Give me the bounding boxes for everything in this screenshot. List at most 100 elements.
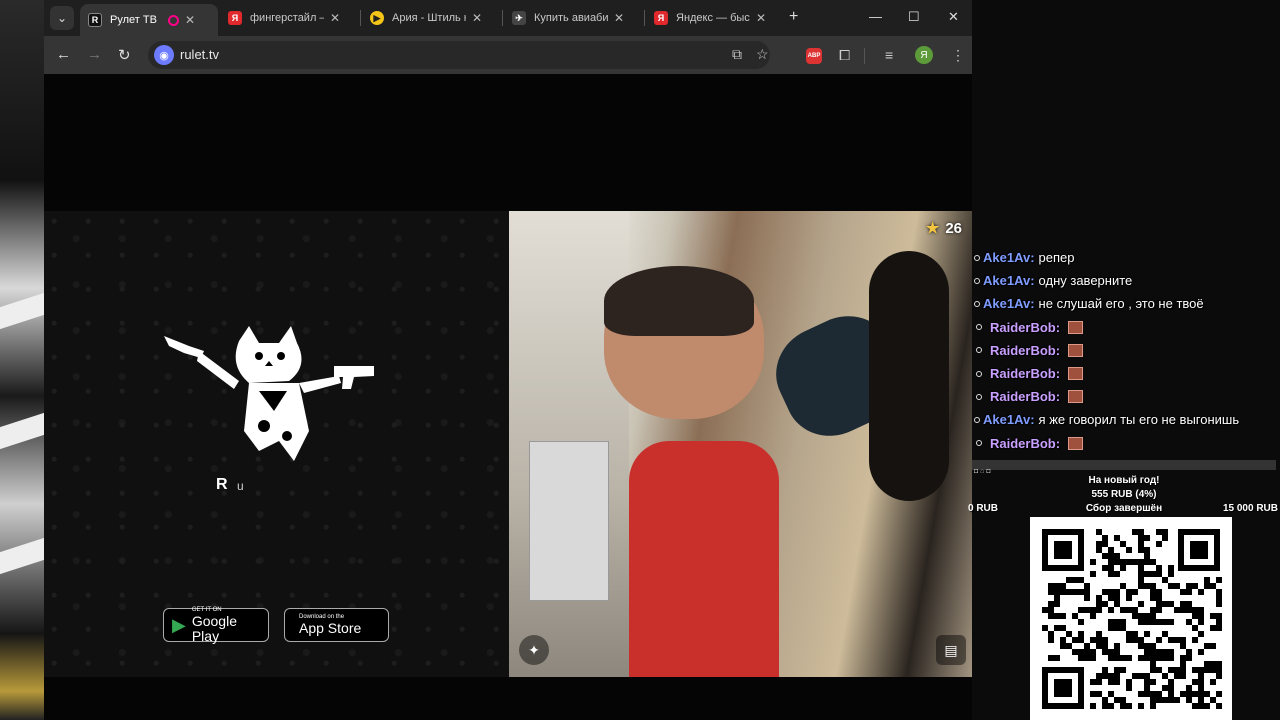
chat-message: RaiderBob: bbox=[972, 385, 1280, 408]
star-rating: ★ 26 bbox=[926, 219, 962, 237]
qr-module bbox=[1054, 541, 1072, 559]
google-play-button[interactable]: ▶ GET IT ON Google Play bbox=[163, 607, 269, 643]
emote-icon bbox=[1068, 436, 1084, 450]
gift-button[interactable]: ▤ bbox=[936, 635, 966, 665]
close-tab-icon[interactable]: ✕ bbox=[330, 11, 340, 25]
chat-message: Ake1Av: репер bbox=[972, 246, 1280, 269]
chat-badge-icon bbox=[974, 416, 980, 423]
qr-module bbox=[1108, 607, 1114, 613]
forward-button[interactable]: → bbox=[87, 46, 102, 63]
qr-module bbox=[1090, 703, 1096, 709]
qr-module bbox=[1168, 619, 1174, 625]
tab-rulet[interactable]: R Рулет ТВ ✕ bbox=[80, 4, 218, 36]
tab-yandex[interactable]: Я Яндекс — быстро ✕ bbox=[646, 4, 784, 32]
close-tab-icon[interactable]: ✕ bbox=[472, 11, 482, 25]
reload-button[interactable]: ↻ bbox=[118, 46, 131, 64]
qr-module bbox=[1054, 601, 1060, 607]
qr-module bbox=[1168, 571, 1174, 577]
qr-module bbox=[1096, 679, 1102, 685]
tab-search-button[interactable]: ⌄ bbox=[50, 6, 74, 30]
qr-module bbox=[1174, 697, 1180, 703]
qr-module bbox=[1114, 679, 1120, 685]
qr-module bbox=[1060, 613, 1066, 619]
chat-badge-icon bbox=[976, 440, 982, 447]
chat-username: Ake1Av: bbox=[983, 296, 1035, 312]
chat-footer-bar: ◘ ⌂ ◘ bbox=[972, 460, 1276, 475]
media-control-icon[interactable]: ≡ bbox=[885, 47, 893, 63]
emote-icon bbox=[1068, 320, 1084, 334]
qr-module bbox=[1198, 649, 1204, 655]
qr-module bbox=[1048, 637, 1054, 643]
tab-divider bbox=[644, 10, 645, 26]
emote-icon bbox=[1068, 390, 1084, 404]
tab-fingerstyle[interactable]: Я фингерстайл — Я ✕ bbox=[220, 4, 358, 32]
qr-module bbox=[1168, 655, 1174, 661]
recording-indicator-icon bbox=[168, 14, 179, 26]
url-text[interactable]: rulet.tv bbox=[180, 47, 219, 62]
extensions-puzzle-icon[interactable]: ⧠ bbox=[839, 47, 850, 64]
qr-module bbox=[1150, 679, 1156, 685]
qr-module bbox=[1216, 601, 1222, 607]
qr-module bbox=[1126, 685, 1132, 691]
chat-message: RaiderBob: bbox=[972, 339, 1280, 362]
new-tab-button[interactable]: + bbox=[789, 8, 798, 26]
chat-text: одну заверните bbox=[1038, 273, 1133, 289]
chat-message: Ake1Av: одну заверните bbox=[972, 269, 1280, 292]
qr-module bbox=[1126, 547, 1132, 553]
donation-max: 15 000 RUB bbox=[1222, 503, 1278, 514]
qr-module bbox=[1216, 691, 1222, 697]
chat-username: RaiderBob: bbox=[990, 319, 1061, 335]
qr-module bbox=[1132, 589, 1138, 595]
tab-aviabilety[interactable]: ✈ Купить авиабилет ✕ bbox=[504, 4, 642, 32]
app-store-button[interactable]: Download on the App Store bbox=[284, 608, 389, 642]
qr-module bbox=[1138, 601, 1144, 607]
stream-background-edge bbox=[0, 0, 44, 720]
more-menu-icon[interactable]: ⋮ bbox=[951, 47, 965, 64]
donation-goal-widget: На новый год! 555 RUB (4%) 0 RUB Сбор за… bbox=[968, 473, 1280, 517]
qr-module bbox=[1204, 703, 1210, 709]
profile-avatar[interactable]: Я bbox=[915, 46, 933, 64]
close-tab-icon[interactable]: ✕ bbox=[185, 13, 195, 27]
yandex-favicon-icon: Я bbox=[654, 11, 668, 25]
effects-button[interactable]: ✦ bbox=[519, 635, 549, 665]
cat-mascot-illustration bbox=[164, 326, 374, 461]
yandex-favicon-icon: Я bbox=[228, 11, 242, 25]
maximize-button[interactable]: ☐ bbox=[908, 9, 920, 25]
chat-text: репер bbox=[1038, 250, 1075, 266]
play-favicon-icon: ▶ bbox=[370, 11, 384, 25]
donation-title: На новый год! bbox=[1088, 475, 1160, 486]
qr-module bbox=[1198, 631, 1204, 637]
chat-username: Ake1Av: bbox=[983, 250, 1035, 266]
chat-badge-icon bbox=[976, 370, 982, 377]
chat-username: Ake1Av: bbox=[983, 273, 1035, 289]
install-app-icon[interactable]: ⧉ bbox=[732, 46, 742, 63]
qr-module bbox=[1090, 655, 1096, 661]
chat-username: RaiderBob: bbox=[990, 366, 1061, 382]
adblock-extension-icon[interactable]: ABP bbox=[806, 48, 822, 64]
tab-aria[interactable]: ▶ Ария - Штиль на ✕ bbox=[362, 4, 500, 32]
qr-module bbox=[1198, 619, 1204, 625]
back-button[interactable]: ← bbox=[56, 46, 71, 63]
gift-icon: ▤ bbox=[944, 641, 958, 658]
qr-module bbox=[1090, 559, 1096, 565]
emote-icon bbox=[1068, 367, 1084, 381]
close-tab-icon[interactable]: ✕ bbox=[756, 11, 766, 25]
tab-title: Ария - Штиль на bbox=[392, 12, 466, 24]
background-shape bbox=[0, 537, 44, 575]
qr-module bbox=[1162, 535, 1168, 541]
qr-module bbox=[1156, 607, 1162, 613]
partner-video-feed[interactable]: ★ 26 ✦ ▤ bbox=[509, 211, 972, 677]
address-bar[interactable]: ◉ rulet.tv ⧉ ☆ bbox=[148, 41, 770, 69]
star-icon: ★ bbox=[925, 220, 940, 237]
bookmark-star-icon[interactable]: ☆ bbox=[756, 46, 769, 63]
chat-username: RaiderBob: bbox=[990, 435, 1061, 451]
qr-module bbox=[1210, 679, 1216, 685]
tab-divider bbox=[360, 10, 361, 26]
close-window-button[interactable]: ✕ bbox=[948, 9, 959, 25]
minimize-button[interactable]: — bbox=[869, 9, 882, 24]
browser-toolbar: ← → ↻ ◉ rulet.tv ⧉ ☆ ABP ⧠ ≡ Я ⋮ bbox=[44, 36, 972, 74]
qr-module bbox=[1216, 703, 1222, 709]
qr-module bbox=[1186, 589, 1192, 595]
site-info-icon[interactable]: ◉ bbox=[154, 45, 174, 65]
close-tab-icon[interactable]: ✕ bbox=[614, 11, 624, 25]
